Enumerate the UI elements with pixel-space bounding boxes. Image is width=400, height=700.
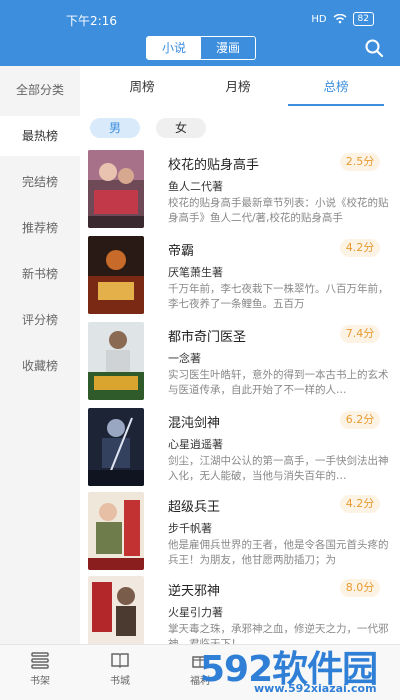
book-item[interactable]: 超级兵王 4.2分 步千帆著 他是雇佣兵世界的王者，他是令各国元首头疼的兵王！为…: [82, 492, 400, 578]
nav-bookstore-label: 书城: [110, 676, 130, 687]
tab-weekly[interactable]: 周榜: [92, 66, 192, 108]
sidebar-item-rating[interactable]: 评分榜: [0, 300, 80, 340]
book-item[interactable]: 都市奇门医圣 7.4分 一念著 实习医生叶皓轩，意外的得到一本古书上的玄术与医道…: [82, 322, 400, 408]
content-type-toggle[interactable]: 小说 漫画: [146, 36, 256, 60]
watermark-url: www.592xiazai.com: [254, 682, 377, 695]
book-title: 帝霸: [168, 244, 195, 259]
gender-female-pill[interactable]: 女: [156, 118, 206, 138]
book-author: 火星引力著: [168, 606, 223, 619]
sidebar-item-favorites[interactable]: 收藏榜: [0, 346, 80, 386]
book-item[interactable]: 混沌剑神 6.2分 心星逍遥著 剑尘，江湖中公认的第一高手，一手快剑法出神入化，…: [82, 408, 400, 494]
rating-badge: 2.5分: [340, 153, 380, 171]
rating-badge: 4.2分: [340, 495, 380, 513]
search-icon[interactable]: [364, 38, 384, 58]
site-watermark: 592软件园 www.592xiazai.com: [194, 640, 400, 700]
tab-overall[interactable]: 总榜: [286, 66, 386, 108]
book-title: 都市奇门医圣: [168, 330, 247, 345]
wifi-icon: [333, 14, 347, 24]
book-title: 校花的贴身高手: [168, 158, 260, 173]
status-bar: 下午2:16 HD 82: [0, 12, 400, 32]
book-author: 步千帆著: [168, 522, 212, 535]
book-description: 校花的贴身高手最新章节列表：小说《校花的贴身高手》鱼人二代/著,校花的贴身高手: [168, 197, 389, 224]
nav-bookshelf[interactable]: 书架: [10, 651, 70, 687]
book-item[interactable]: 帝霸 4.2分 厌笔萧生著 千万年前，李七夜栽下一株翠竹。八百万年前，李七夜养了…: [82, 236, 400, 322]
book-description: 实习医生叶皓轩，意外的得到一本古书上的玄术与医道传承，自此开始了不一样的人…: [168, 369, 389, 396]
battery-indicator: 82: [352, 12, 374, 26]
book-description: 他是雇佣兵世界的王者，他是令各国元首头疼的兵王！为朋友，他甘愿两肋插刀；为: [168, 539, 389, 566]
book-description: 剑尘，江湖中公认的第一高手，一手快剑法出神入化，无人能破，当他与消失百年的…: [168, 455, 389, 482]
status-icons: HD 82: [311, 12, 374, 26]
book-cover[interactable]: [88, 576, 144, 654]
sidebar-item-completed[interactable]: 完结榜: [0, 162, 80, 202]
category-sidebar: 全部分类 最热榜 完结榜 推荐榜 新书榜 评分榜 收藏榜: [0, 66, 80, 644]
sidebar-item-hottest[interactable]: 最热榜: [0, 116, 80, 156]
book-title: 混沌剑神: [168, 416, 221, 431]
rating-badge: 4.2分: [340, 239, 380, 257]
tab-monthly[interactable]: 月榜: [188, 66, 288, 108]
ranking-tabs: 周榜 月榜 总榜: [82, 66, 400, 108]
rating-badge: 8.0分: [340, 579, 380, 597]
book-description: 千万年前，李七夜栽下一株翠竹。八百万年前，李七夜养了一条鲤鱼。五百万: [168, 283, 389, 310]
sidebar-item-new-books[interactable]: 新书榜: [0, 254, 80, 294]
status-time: 下午2:16: [66, 14, 117, 28]
book-cover[interactable]: [88, 408, 144, 486]
book-cover[interactable]: [88, 322, 144, 400]
book-icon: [111, 653, 129, 669]
segment-novel[interactable]: 小说: [147, 37, 201, 59]
bookshelf-icon: [31, 652, 49, 669]
book-title: 逆天邪神: [168, 584, 221, 599]
book-author: 心星逍遥著: [168, 438, 223, 451]
signal-icon: HD: [311, 13, 327, 25]
book-cover[interactable]: [88, 150, 144, 228]
book-author: 厌笔萧生著: [168, 266, 223, 279]
rating-badge: 6.2分: [340, 411, 380, 429]
top-header: 下午2:16 HD 82 小说 漫画: [0, 0, 400, 66]
book-cover[interactable]: [88, 236, 144, 314]
sidebar-item-recommended[interactable]: 推荐榜: [0, 208, 80, 248]
nav-bookshelf-label: 书架: [30, 676, 50, 687]
book-item[interactable]: 校花的贴身高手 2.5分 鱼人二代著 校花的贴身高手最新章节列表：小说《校花的贴…: [82, 150, 400, 236]
active-tab-indicator: [288, 104, 384, 106]
segment-comic[interactable]: 漫画: [201, 37, 255, 59]
gender-male-pill[interactable]: 男: [90, 118, 140, 138]
nav-bookstore[interactable]: 书城: [90, 651, 150, 687]
book-author: 鱼人二代著: [168, 180, 223, 193]
book-title: 超级兵王: [168, 500, 221, 515]
book-cover[interactable]: [88, 492, 144, 570]
rating-badge: 7.4分: [340, 325, 380, 343]
book-author: 一念著: [168, 352, 201, 365]
sidebar-item-all-categories[interactable]: 全部分类: [0, 70, 80, 110]
